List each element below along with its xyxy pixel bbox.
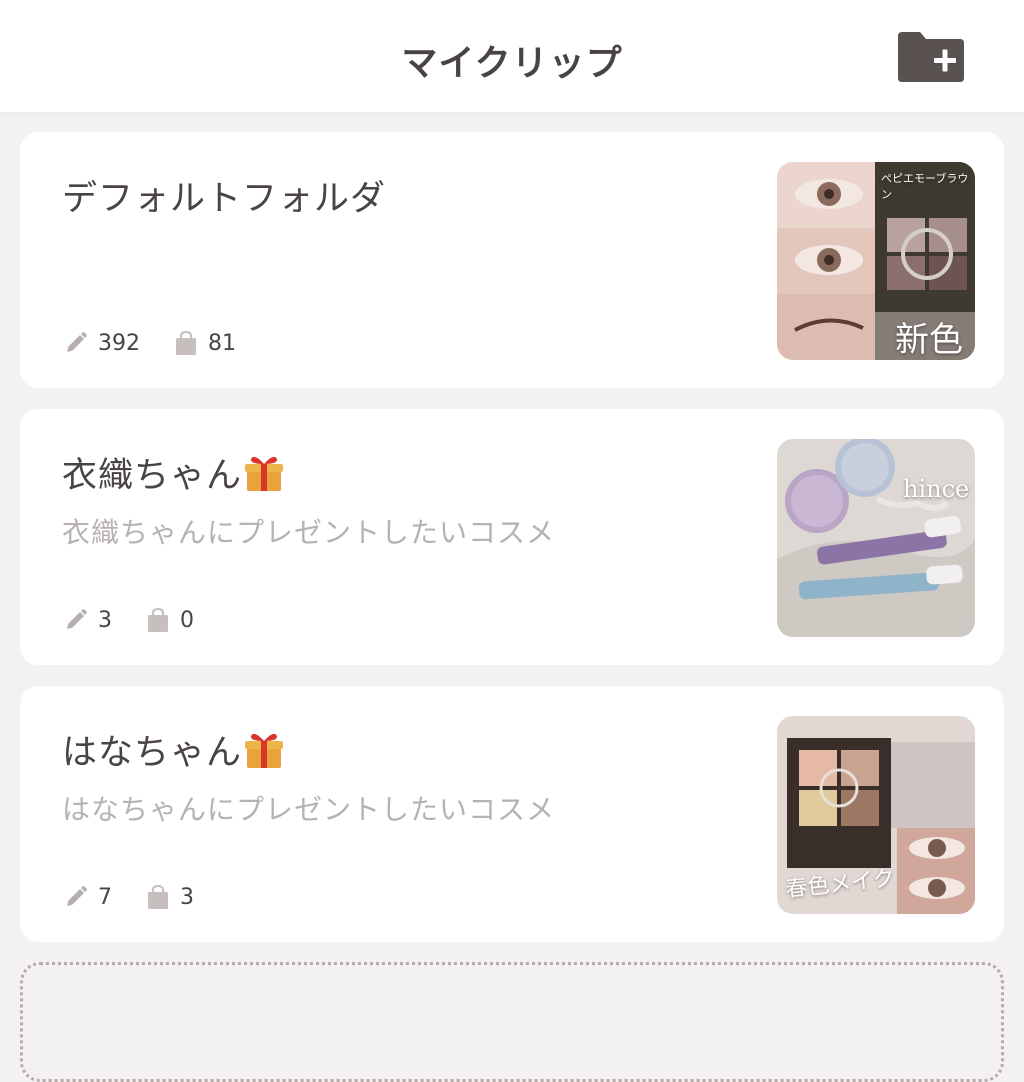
folder-card-iori[interactable]: 衣織ちゃん 衣織ちゃんにプレゼントしたいコスメ 3 0 hince bbox=[20, 409, 1004, 665]
item-count-value: 81 bbox=[208, 330, 236, 356]
folder-stats: 392 81 bbox=[64, 328, 270, 358]
folder-thumbnail: 春色メイク bbox=[777, 716, 975, 914]
gift-icon bbox=[244, 730, 284, 770]
post-count: 392 bbox=[64, 331, 140, 356]
folder-stats: 7 3 bbox=[64, 882, 228, 912]
shopping-bag-icon bbox=[176, 330, 196, 355]
page-title: マイクリップ bbox=[401, 43, 623, 84]
item-count: 3 bbox=[146, 884, 194, 910]
new-folder-placeholder[interactable] bbox=[20, 962, 1004, 1082]
thumbnail-label: hince bbox=[903, 475, 970, 503]
folder-card-default[interactable]: デフォルトフォルダ 392 81 新色 ぺピエモーブラウン bbox=[20, 132, 1004, 388]
gift-icon bbox=[244, 453, 284, 493]
item-count: 81 bbox=[174, 330, 236, 356]
folder-title-text: 衣織ちゃん bbox=[62, 456, 243, 496]
folder-title: デフォルトフォルダ bbox=[62, 179, 387, 219]
item-count-value: 3 bbox=[180, 884, 194, 910]
folder-thumbnail: hince bbox=[777, 439, 975, 637]
shopping-bag-icon bbox=[148, 607, 168, 632]
folder-title-text: はなちゃん bbox=[62, 733, 243, 773]
folder-title: はなちゃん bbox=[62, 724, 284, 775]
post-count-value: 392 bbox=[98, 330, 140, 356]
shopping-bag-icon bbox=[148, 884, 168, 909]
item-count: 0 bbox=[146, 607, 194, 633]
folder-plus-icon bbox=[898, 32, 964, 82]
post-count: 7 bbox=[64, 885, 112, 910]
post-count-value: 3 bbox=[98, 607, 112, 633]
folder-stats: 3 0 bbox=[64, 605, 228, 635]
folder-card-hana[interactable]: はなちゃん はなちゃんにプレゼントしたいコスメ 7 3 春色メイク bbox=[20, 686, 1004, 942]
post-count: 3 bbox=[64, 608, 112, 633]
thumbnail-image bbox=[777, 439, 975, 637]
folder-description: 衣織ちゃんにプレゼントしたいコスメ bbox=[62, 516, 556, 549]
folder-description: はなちゃんにプレゼントしたいコスメ bbox=[62, 793, 556, 826]
pencil-icon bbox=[67, 886, 87, 906]
post-count-value: 7 bbox=[98, 884, 112, 910]
thumbnail-caption: ぺピエモーブラウン bbox=[881, 172, 969, 201]
folder-title: 衣織ちゃん bbox=[62, 447, 284, 498]
thumbnail-label: 新色 bbox=[895, 320, 963, 360]
add-folder-button[interactable] bbox=[894, 30, 966, 84]
header-bar: マイクリップ bbox=[0, 0, 1024, 112]
pencil-icon bbox=[67, 332, 87, 352]
folder-thumbnail: 新色 ぺピエモーブラウン bbox=[777, 162, 975, 360]
pencil-icon bbox=[67, 609, 87, 629]
item-count-value: 0 bbox=[180, 607, 194, 633]
